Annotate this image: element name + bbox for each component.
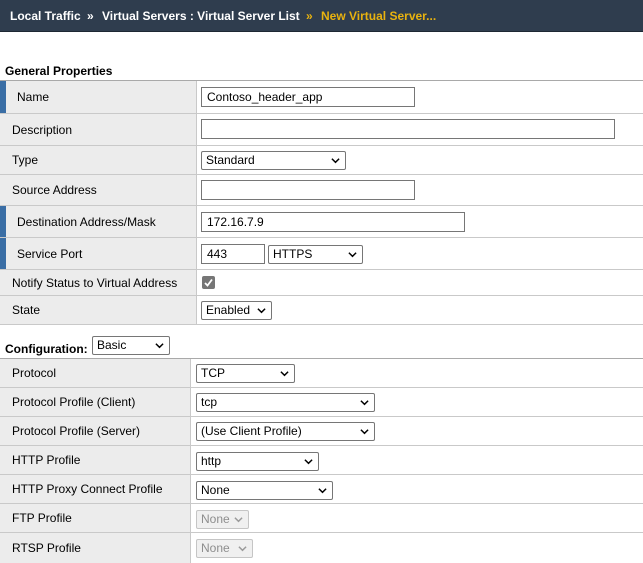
notify-status-row: Notify Status to Virtual Address bbox=[0, 270, 643, 296]
type-label: Type bbox=[12, 153, 39, 167]
name-label-cell: Name bbox=[0, 81, 197, 113]
protocol-row: Protocol TCP bbox=[0, 359, 643, 388]
breadcrumb-local-traffic[interactable]: Local Traffic bbox=[10, 9, 81, 23]
description-label: Description bbox=[12, 122, 73, 137]
http-proxy-connect-row: HTTP Proxy Connect Profile None bbox=[0, 475, 643, 504]
breadcrumb-current: New Virtual Server... bbox=[321, 9, 437, 23]
http-proxy-connect-select[interactable]: None bbox=[196, 481, 333, 500]
configuration-title: Configuration: bbox=[5, 342, 88, 356]
service-port-label: Service Port bbox=[17, 246, 83, 261]
protocol-profile-server-label: Protocol Profile (Server) bbox=[12, 424, 141, 438]
http-profile-select[interactable]: http bbox=[196, 452, 319, 471]
rtsp-profile-select: None bbox=[196, 539, 253, 558]
chevron-down-icon bbox=[360, 429, 369, 435]
ftp-profile-label: FTP Profile bbox=[12, 511, 72, 525]
service-port-row: Service Port 443 HTTPS bbox=[0, 238, 643, 270]
chevron-down-icon bbox=[331, 158, 340, 164]
protocol-profile-server-row: Protocol Profile (Server) (Use Client Pr… bbox=[0, 417, 643, 446]
http-profile-label: HTTP Profile bbox=[12, 453, 81, 467]
state-row: State Enabled bbox=[0, 296, 643, 325]
protocol-profile-client-row: Protocol Profile (Client) tcp bbox=[0, 388, 643, 417]
checkmark-icon bbox=[204, 278, 213, 287]
breadcrumb: Local Traffic » Virtual Servers : Virtua… bbox=[0, 0, 643, 32]
source-address-label: Source Address bbox=[12, 183, 97, 197]
notify-status-checkbox[interactable] bbox=[202, 276, 215, 289]
name-row: Name Contoso_header_app bbox=[0, 81, 643, 114]
destination-label: Destination Address/Mask bbox=[17, 214, 156, 229]
breadcrumb-virtual-server-list[interactable]: Virtual Servers : Virtual Server List bbox=[102, 9, 300, 23]
configuration-mode-select[interactable]: Basic bbox=[92, 336, 170, 355]
http-profile-row: HTTP Profile http bbox=[0, 446, 643, 475]
name-input[interactable]: Contoso_header_app bbox=[201, 87, 415, 107]
chevron-down-icon bbox=[257, 308, 266, 314]
http-proxy-connect-label: HTTP Proxy Connect Profile bbox=[12, 482, 163, 496]
description-input[interactable] bbox=[201, 119, 615, 139]
protocol-profile-client-select[interactable]: tcp bbox=[196, 393, 375, 412]
chevron-down-icon bbox=[234, 517, 243, 523]
type-row: Type Standard bbox=[0, 146, 643, 175]
chevron-down-icon bbox=[360, 400, 369, 406]
chevron-down-icon bbox=[318, 488, 327, 494]
chevron-down-icon bbox=[304, 459, 313, 465]
source-address-input[interactable] bbox=[201, 180, 415, 200]
source-address-row: Source Address bbox=[0, 175, 643, 206]
rtsp-profile-row: RTSP Profile None bbox=[0, 533, 643, 563]
ftp-profile-row: FTP Profile None bbox=[0, 504, 643, 533]
service-port-input[interactable]: 443 bbox=[201, 244, 265, 264]
destination-input[interactable]: 172.16.7.9 bbox=[201, 212, 465, 232]
state-select[interactable]: Enabled bbox=[201, 301, 272, 320]
service-port-select[interactable]: HTTPS bbox=[268, 245, 363, 264]
name-label: Name bbox=[17, 90, 50, 104]
protocol-profile-client-label: Protocol Profile (Client) bbox=[12, 395, 136, 409]
chevron-down-icon bbox=[155, 343, 164, 349]
chevron-down-icon bbox=[238, 546, 247, 552]
destination-row: Destination Address/Mask 172.16.7.9 bbox=[0, 206, 643, 238]
protocol-select[interactable]: TCP bbox=[196, 364, 295, 383]
ftp-profile-select: None bbox=[196, 510, 249, 529]
state-label: State bbox=[12, 303, 41, 317]
general-properties-title: General Properties bbox=[5, 64, 113, 78]
protocol-profile-server-select[interactable]: (Use Client Profile) bbox=[196, 422, 375, 441]
notify-status-label: Notify Status to Virtual Address bbox=[12, 275, 178, 290]
protocol-label: Protocol bbox=[12, 366, 57, 380]
type-select[interactable]: Standard bbox=[201, 151, 346, 170]
breadcrumb-separator: » bbox=[87, 9, 94, 23]
chevron-down-icon bbox=[348, 252, 357, 258]
breadcrumb-separator: » bbox=[306, 9, 313, 23]
chevron-down-icon bbox=[280, 371, 289, 377]
description-row: Description bbox=[0, 114, 643, 146]
rtsp-profile-label: RTSP Profile bbox=[12, 541, 81, 555]
